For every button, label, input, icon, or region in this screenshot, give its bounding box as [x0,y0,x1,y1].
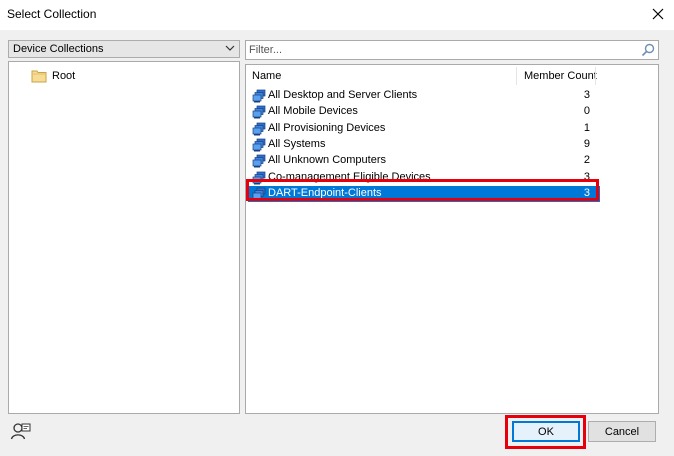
collection-icon [252,138,266,152]
column-divider[interactable] [595,67,596,85]
list-row[interactable]: All Desktop and Server Clients 3 [248,88,600,104]
cancel-button[interactable]: Cancel [588,421,656,442]
row-name: All Systems [268,137,326,150]
tree-item-label: Root [52,70,76,82]
row-member-count: 2 [583,154,590,167]
list-row[interactable]: All Unknown Computers 2 [248,153,600,169]
row-name: All Mobile Devices [268,105,358,118]
row-name: All Unknown Computers [268,154,386,167]
row-member-count: 1 [583,121,590,134]
column-header-name[interactable]: Name [252,70,281,82]
list-row[interactable]: All Mobile Devices 0 [248,104,600,120]
collection-type-dropdown[interactable]: Device Collections [8,40,240,58]
folder-icon [31,70,47,83]
row-member-count: 3 [583,186,590,199]
row-name: Co-management Eligible Devices [268,170,431,183]
list-header: Name Member Count [246,65,658,87]
list-row[interactable]: All Provisioning Devices 1 [248,121,600,137]
row-name: DART-Endpoint-Clients [268,186,382,199]
search-icon[interactable] [641,43,655,57]
person-search-icon[interactable] [10,421,32,446]
list-row[interactable]: All Systems 9 [248,137,600,153]
collection-icon [252,105,266,119]
close-icon [652,8,664,20]
filter-input[interactable] [246,41,639,59]
tree-item-root[interactable]: Root [31,68,75,84]
row-name: All Desktop and Server Clients [268,89,418,101]
list-row[interactable]: Co-management Eligible Devices 3 [248,170,600,186]
ok-button[interactable]: OK [512,421,580,442]
collection-list[interactable]: Name Member Count All Desktop and Server… [245,64,659,414]
folder-tree[interactable]: Root [8,61,240,414]
collection-type-value: Device Collections [13,43,104,55]
collection-icon [252,171,266,184]
collection-icon [252,89,266,103]
list-row[interactable]: DART-Endpoint-Clients 3 [248,185,600,202]
column-header-member-count[interactable]: Member Count [524,70,597,82]
close-button[interactable] [642,0,674,28]
collection-icon [252,122,266,136]
column-divider[interactable] [516,67,517,85]
row-member-count: 3 [583,170,590,183]
row-name: All Provisioning Devices [268,121,386,134]
filter-box[interactable] [245,40,659,60]
collection-icon [252,154,266,168]
row-member-count: 9 [583,137,590,150]
row-member-count: 0 [583,105,590,118]
row-member-count: 3 [583,89,590,101]
chevron-down-icon [225,45,235,51]
window-title: Select Collection [7,7,97,21]
title-bar: Select Collection [0,0,674,30]
collection-icon [252,187,266,201]
